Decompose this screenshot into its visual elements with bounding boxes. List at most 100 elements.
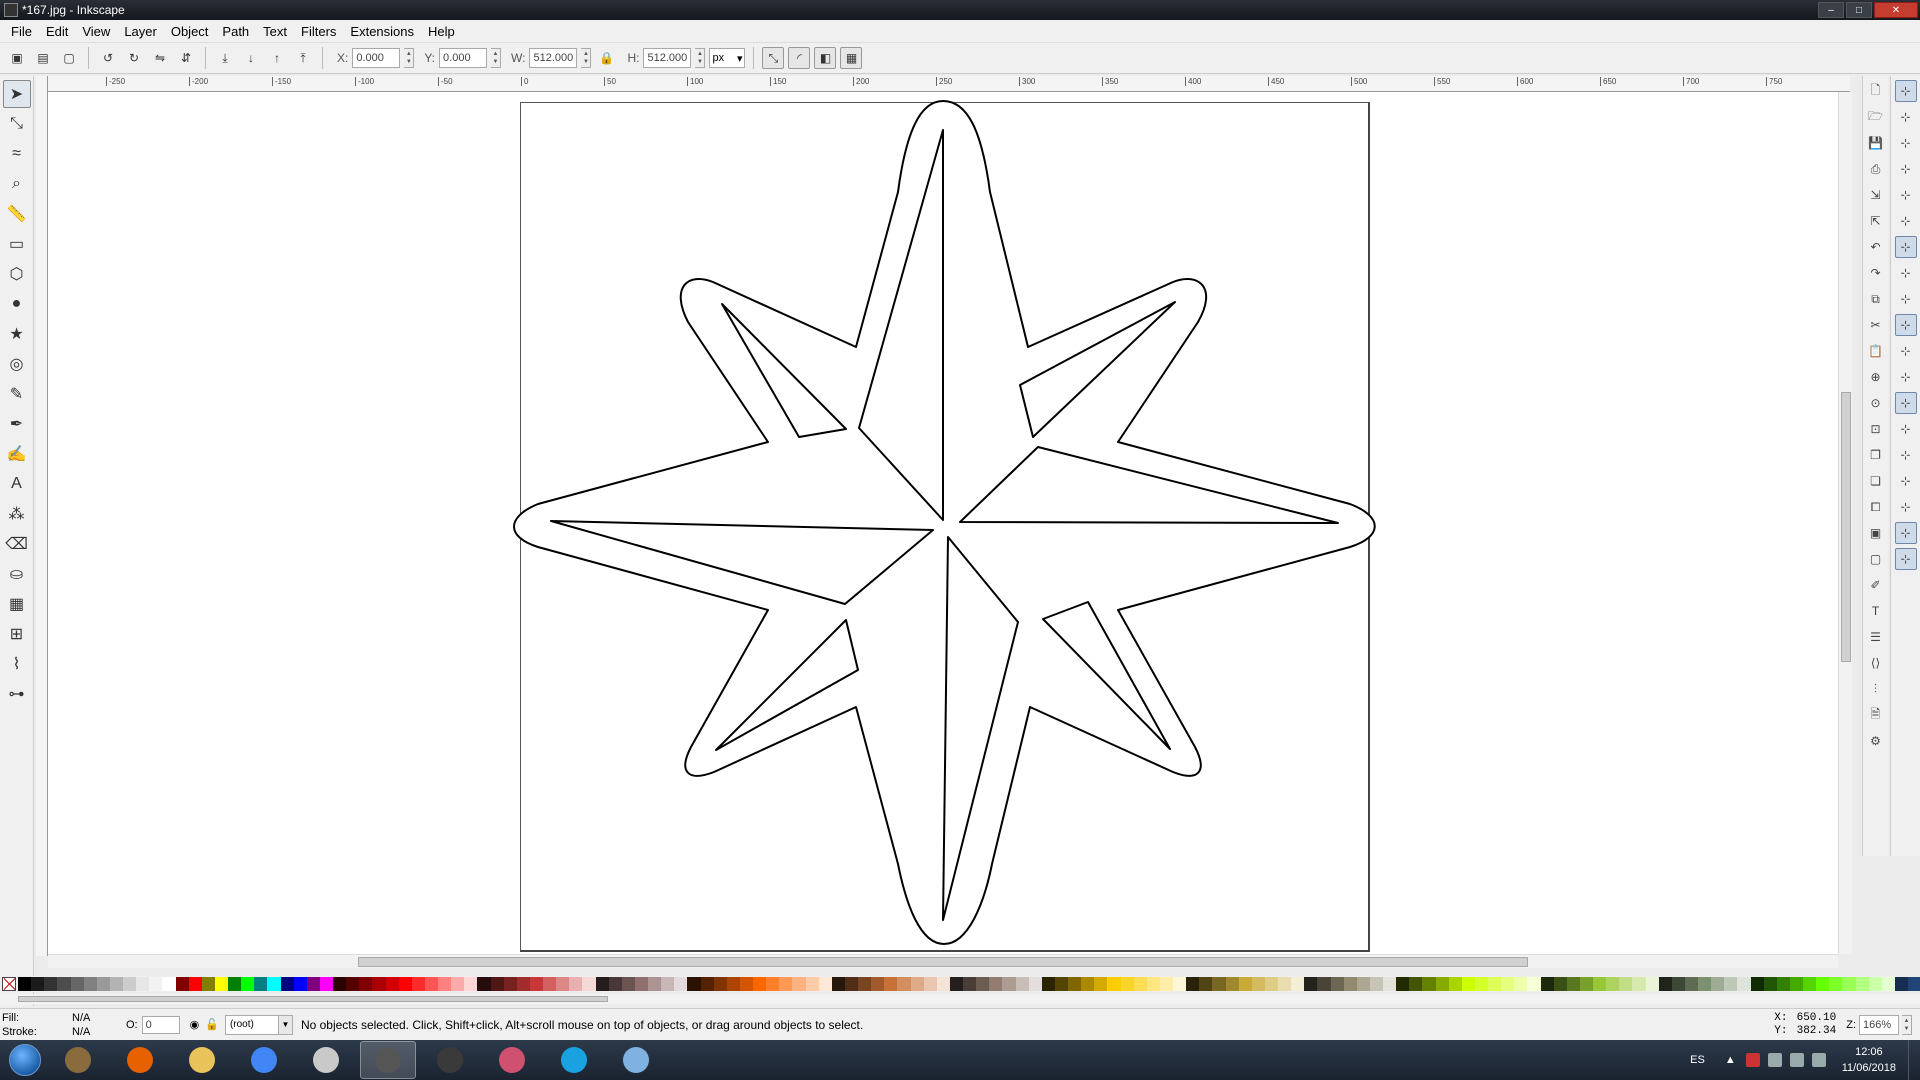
color-swatch[interactable] (936, 977, 950, 991)
color-swatch[interactable] (1041, 977, 1055, 991)
color-swatch[interactable] (1593, 977, 1607, 991)
no-paint-swatch[interactable] (2, 977, 16, 991)
color-swatch[interactable] (687, 977, 701, 991)
deselect-icon[interactable]: ▢ (58, 47, 80, 69)
unit-select[interactable]: px ▾ (709, 48, 746, 68)
menu-object[interactable]: Object (164, 24, 216, 39)
close-button[interactable]: ✕ (1874, 2, 1918, 18)
color-swatch[interactable] (831, 977, 845, 991)
color-swatch[interactable] (293, 977, 307, 991)
undo-icon[interactable]: ↶ (1865, 236, 1887, 258)
eye-icon[interactable]: ◉ (190, 1018, 200, 1031)
menu-file[interactable]: File (4, 24, 39, 39)
color-swatch[interactable] (1278, 977, 1292, 991)
color-swatch[interactable] (1264, 977, 1278, 991)
horizontal-scroll-thumb[interactable] (358, 957, 1528, 967)
color-swatch[interactable] (1606, 977, 1620, 991)
new-document-icon[interactable]: 🗋 (1865, 80, 1887, 102)
layer-selector[interactable]: ◉ 🔓 (root) ▼ (190, 1014, 293, 1035)
color-swatch[interactable] (556, 977, 570, 991)
snap-bbox-corner-icon[interactable]: ⊹ (1895, 158, 1917, 180)
color-swatch[interactable] (1251, 977, 1265, 991)
selector-tool-icon[interactable]: ➤ (2, 80, 31, 108)
paint-bucket-tool-icon[interactable]: ⛀ (3, 560, 31, 588)
color-swatch[interactable] (1540, 977, 1554, 991)
color-swatch[interactable] (70, 977, 84, 991)
layers-icon[interactable]: ☰ (1865, 626, 1887, 648)
color-swatch[interactable] (516, 977, 530, 991)
color-swatch[interactable] (44, 977, 58, 991)
color-swatch[interactable] (228, 977, 242, 991)
color-swatch[interactable] (1304, 977, 1318, 991)
color-swatch[interactable] (1789, 977, 1803, 991)
color-swatch[interactable] (858, 977, 872, 991)
color-swatch[interactable] (726, 977, 740, 991)
color-swatch[interactable] (1881, 977, 1895, 991)
color-swatch[interactable] (1724, 977, 1738, 991)
move-patterns-icon[interactable]: ▦ (840, 47, 863, 69)
calligraphy-tool-icon[interactable]: ✍ (3, 440, 31, 468)
color-swatch[interactable] (359, 977, 373, 991)
color-swatch[interactable] (1199, 977, 1213, 991)
color-swatch[interactable] (464, 977, 478, 991)
color-swatch[interactable] (648, 977, 662, 991)
color-swatch[interactable] (1317, 977, 1331, 991)
color-swatch[interactable] (1173, 977, 1187, 991)
3d-box-tool-icon[interactable]: ⬡ (3, 260, 31, 288)
color-swatch[interactable] (280, 977, 294, 991)
unlink-clone-icon[interactable]: ⧠ (1865, 496, 1887, 518)
color-swatch[interactable] (1107, 977, 1121, 991)
color-swatch[interactable] (1186, 977, 1200, 991)
color-swatch[interactable] (1028, 977, 1042, 991)
color-swatch[interactable] (805, 977, 819, 991)
connector-tool-icon[interactable]: ⊶ (3, 680, 31, 708)
color-swatch[interactable] (149, 977, 163, 991)
fill-stroke-icon[interactable]: ✐ (1865, 574, 1887, 596)
snap-page-border-icon[interactable]: ⊹ (1895, 496, 1917, 518)
raise-icon[interactable]: ↑ (266, 47, 288, 69)
rotate-ccw-icon[interactable]: ↺ (97, 47, 119, 69)
taskbar-paint[interactable] (608, 1041, 664, 1079)
compass-star-drawing[interactable] (48, 92, 1838, 954)
color-swatch[interactable] (162, 977, 176, 991)
spiral-tool-icon[interactable]: ◎ (3, 350, 31, 378)
pencil-tool-icon[interactable]: ✎ (3, 380, 31, 408)
color-swatch[interactable] (1343, 977, 1357, 991)
x-input[interactable] (352, 48, 401, 68)
minimize-button[interactable]: – (1818, 2, 1844, 18)
snap-cusp-node-icon[interactable]: ⊹ (1894, 314, 1917, 336)
open-document-icon[interactable]: 🗁 (1865, 106, 1887, 128)
color-swatch[interactable] (1855, 977, 1869, 991)
color-swatch[interactable] (818, 977, 832, 991)
action-center-flag-icon[interactable] (1767, 1053, 1782, 1067)
color-swatch[interactable] (1868, 977, 1882, 991)
menu-help[interactable]: Help (421, 24, 462, 39)
taskbar-ccleaner[interactable] (546, 1041, 602, 1079)
duplicate-icon[interactable]: ❐ (1865, 444, 1887, 466)
color-swatch[interactable] (214, 977, 228, 991)
menu-text[interactable]: Text (256, 24, 294, 39)
snap-bbox-icon[interactable]: ⊹ (1895, 106, 1917, 128)
flip-horizontal-icon[interactable]: ⇋ (149, 47, 171, 69)
color-swatch[interactable] (779, 977, 793, 991)
color-swatch[interactable] (1146, 977, 1160, 991)
color-swatch[interactable] (1068, 977, 1082, 991)
color-swatch[interactable] (1474, 977, 1488, 991)
zoom-drawing-icon[interactable]: ⊙ (1865, 392, 1887, 414)
color-swatch[interactable] (1225, 977, 1239, 991)
snap-text-baseline-icon[interactable]: ⊹ (1895, 470, 1917, 492)
color-swatch[interactable] (1829, 977, 1843, 991)
color-swatch[interactable] (897, 977, 911, 991)
ellipse-tool-icon[interactable]: ● (3, 290, 31, 318)
color-swatch[interactable] (1330, 977, 1344, 991)
snap-rotation-center-icon[interactable]: ⊹ (1895, 418, 1917, 440)
h-input[interactable] (643, 48, 692, 68)
color-swatch[interactable] (608, 977, 622, 991)
color-swatch[interactable] (634, 977, 648, 991)
mesh-tool-icon[interactable]: ⊞ (3, 620, 31, 648)
color-swatch[interactable] (1094, 977, 1108, 991)
menu-extensions[interactable]: Extensions (343, 24, 421, 39)
snap-object-midpoint-icon[interactable]: ⊹ (1895, 444, 1917, 466)
menu-filters[interactable]: Filters (294, 24, 343, 39)
color-swatch[interactable] (1396, 977, 1410, 991)
